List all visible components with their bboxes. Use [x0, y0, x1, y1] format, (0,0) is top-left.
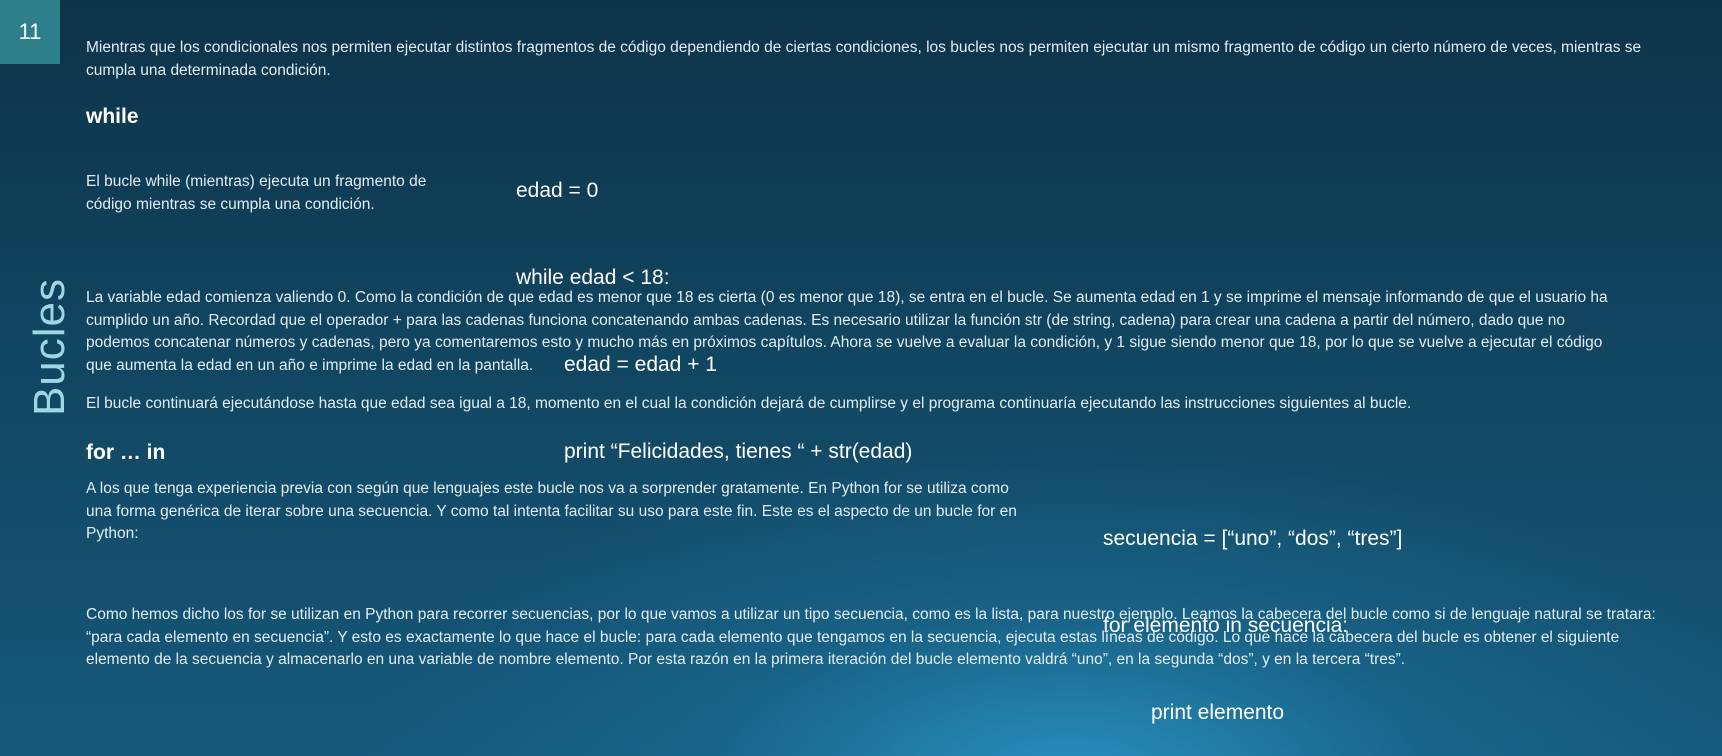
section-title: Bucles — [25, 277, 74, 417]
while-heading: while — [86, 105, 139, 128]
slide-number-badge: 11 — [0, 0, 60, 64]
while-conclusion: El bucle continuará ejecutándose hasta q… — [86, 395, 1412, 412]
code-line: edad = 0 — [516, 179, 599, 202]
code-line: print elemento — [1151, 701, 1285, 724]
for-heading: for … in — [86, 441, 166, 464]
for-explanation: Como hemos dicho los for se utilizan en … — [86, 606, 1656, 668]
while-description: El bucle while (mientras) ejecuta un fra… — [86, 173, 427, 213]
while-explanation: La variable edad comienza valiendo 0. Co… — [86, 289, 1608, 374]
code-line: print “Felicidades, tienes “ + str(edad) — [564, 440, 913, 463]
code-line: secuencia = [“uno”, “dos”, “tres”] — [1103, 527, 1403, 550]
for-description: A los que tenga experiencia previa con s… — [86, 480, 1017, 542]
intro-paragraph: Mientras que los condicionales nos permi… — [86, 39, 1642, 79]
